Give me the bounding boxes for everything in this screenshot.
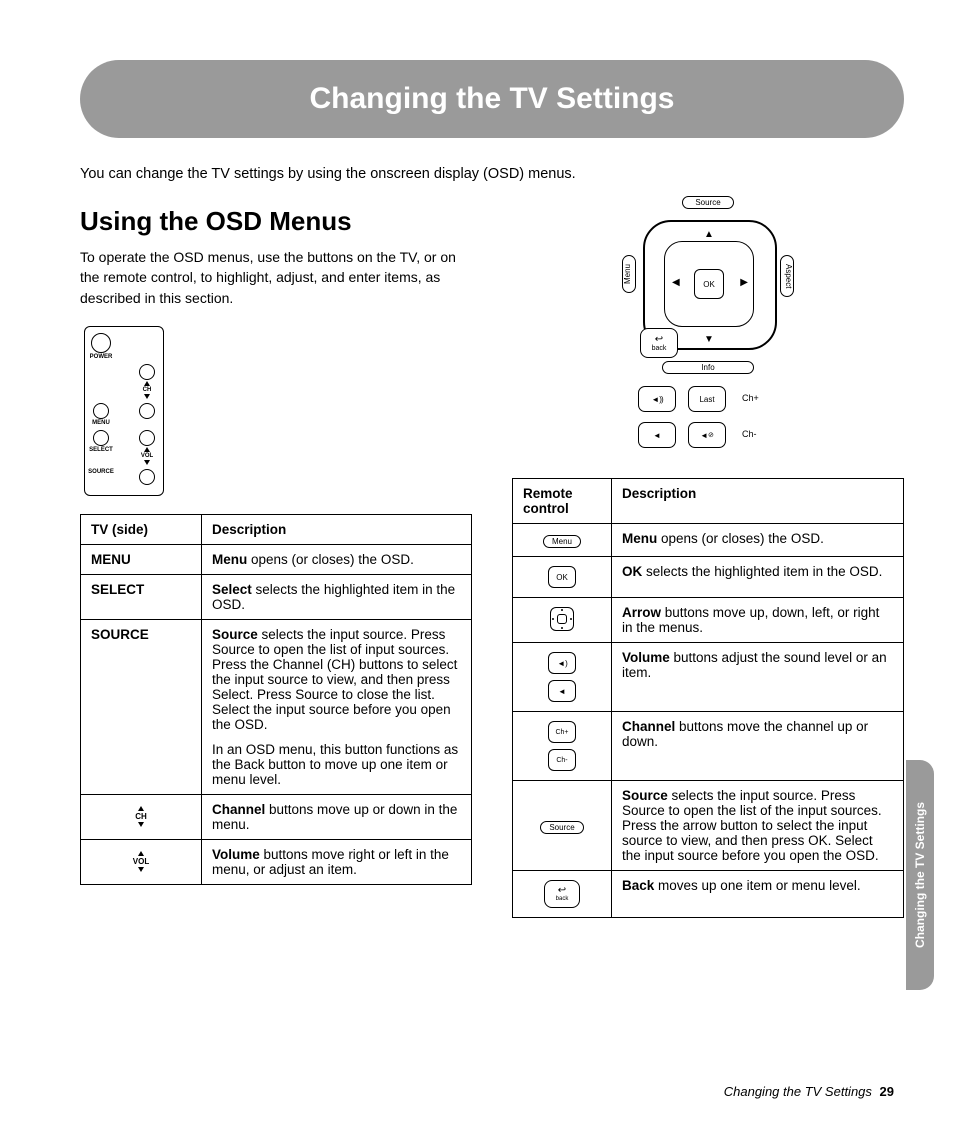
volume-up-down-icon: VOL — [85, 851, 197, 872]
th-description: Description — [202, 514, 472, 544]
table-row: Ch+ Ch- Channel buttons move the channel… — [513, 712, 904, 781]
osd-paragraph: To operate the OSD menus, use the button… — [80, 247, 472, 308]
arrow-pad-icon — [550, 607, 574, 631]
table-row: Arrow buttons move up, down, left, or ri… — [513, 598, 904, 643]
volume-low-icon — [638, 422, 676, 448]
volume-buttons-icon: ) — [517, 651, 607, 703]
menu-button-icon: Menu — [543, 535, 581, 548]
section-heading: Using the OSD Menus — [80, 206, 472, 237]
tv-side-panel-diagram: POWER CH MENU SELECT VOL SOURCE — [84, 326, 164, 496]
table-row: MENU Menu opens (or closes) the OSD. — [81, 544, 472, 574]
source-button-icon: Source — [540, 821, 583, 834]
mute-icon: ⊘ — [688, 422, 726, 448]
table-row: ) Volume buttons adjust the sound level … — [513, 643, 904, 712]
table-header-row: TV (side) Description — [81, 514, 472, 544]
volume-loud-icon: )) — [638, 386, 676, 412]
table-row: VOL Volume buttons move right or left in… — [81, 839, 472, 884]
th-tv-side: TV (side) — [81, 514, 202, 544]
table-row: SELECT Select selects the highlighted it… — [81, 574, 472, 619]
table-row: Menu Menu opens (or closes) the OSD. — [513, 524, 904, 557]
table-row: CH Channel buttons move up or down in th… — [81, 794, 472, 839]
th-remote: Remote control — [513, 479, 612, 524]
table-row: OK OK selects the highlighted item in th… — [513, 557, 904, 598]
table-row: SOURCE Source selects the input source. … — [81, 619, 472, 794]
section-side-tab: Changing the TV Settings — [906, 760, 934, 990]
table-row: ↩ back Back moves up one item or menu le… — [513, 871, 904, 918]
ok-button-icon: OK — [548, 566, 576, 588]
page-footer: Changing the TV Settings 29 — [724, 1084, 894, 1099]
tv-side-table: TV (side) Description MENU Menu opens (o… — [80, 514, 472, 885]
remote-control-diagram: Source Menu Aspect OK ▲ ▼ ◀ ▶ ↩back Info… — [618, 196, 798, 448]
table-row: Source Source selects the input source. … — [513, 781, 904, 871]
channel-up-down-icon: CH — [85, 806, 197, 827]
table-header-row: Remote control Description — [513, 479, 904, 524]
remote-control-table: Remote control Description Menu Menu ope… — [512, 478, 904, 918]
intro-text: You can change the TV settings by using … — [80, 166, 904, 182]
page-number: 29 — [880, 1084, 894, 1099]
page-banner: Changing the TV Settings — [80, 60, 904, 138]
channel-buttons-icon: Ch+ Ch- — [517, 720, 607, 772]
back-button-icon: ↩ back — [544, 880, 580, 908]
th-description: Description — [612, 479, 904, 524]
